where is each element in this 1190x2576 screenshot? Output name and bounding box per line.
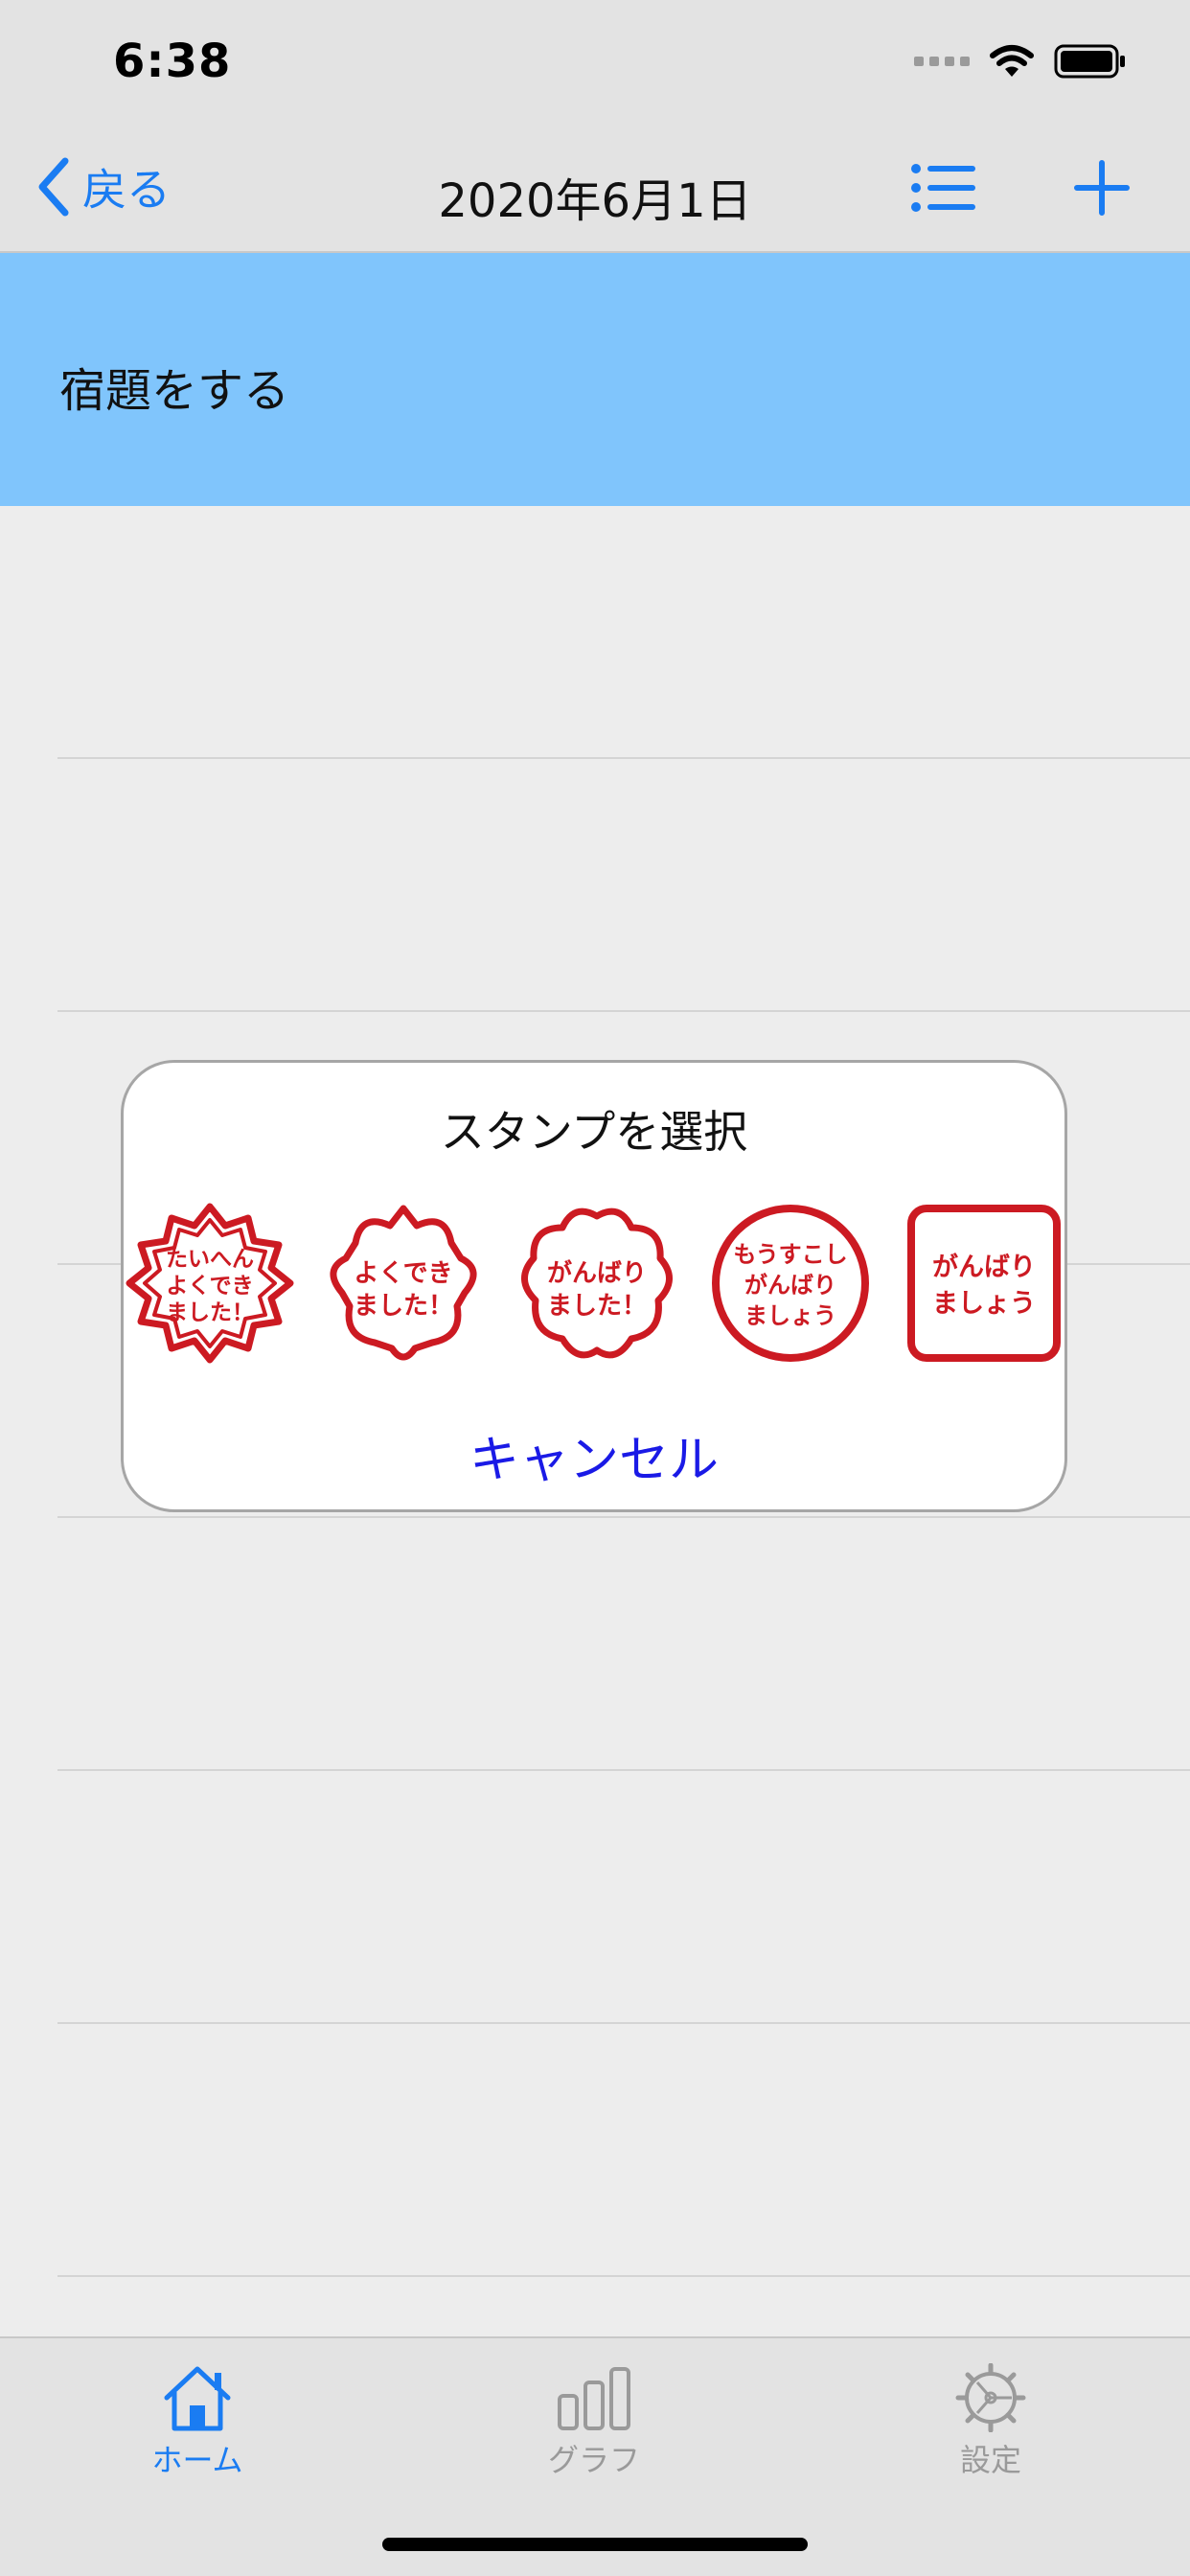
tab-home[interactable]: ホーム bbox=[102, 2363, 293, 2480]
status-bar: 6:38 bbox=[0, 0, 1190, 126]
stamp-text: ました！ bbox=[547, 1292, 647, 1321]
dialog-title: スタンプを選択 bbox=[440, 1106, 748, 1158]
row-separator bbox=[57, 1516, 1190, 1518]
task-label: 宿題をする bbox=[59, 364, 290, 418]
home-icon bbox=[164, 2366, 231, 2431]
stamp-text: ましょう bbox=[932, 1289, 1036, 1319]
battery-icon bbox=[1054, 44, 1125, 79]
add-button[interactable] bbox=[1071, 157, 1133, 222]
row-separator bbox=[57, 2022, 1190, 2024]
home-indicator bbox=[382, 2538, 808, 2551]
status-time: 6:38 bbox=[113, 34, 232, 88]
stamp-text: ました！ bbox=[166, 1300, 254, 1325]
stamp-dialog: スタンプを選択 たいへん よくでき ました！ よくでき ました！ がんばり まし… bbox=[121, 1060, 1067, 1512]
stamp-text: ました！ bbox=[354, 1292, 453, 1321]
wifi-icon bbox=[990, 45, 1034, 77]
tab-graph[interactable]: グラフ bbox=[498, 2363, 690, 2480]
navigation-bar: 戻る 2020年6月1日 bbox=[0, 126, 1190, 253]
stamp-text: ましょう bbox=[744, 1302, 836, 1329]
stamp-text: もうすこし bbox=[733, 1241, 847, 1268]
cancel-button[interactable]: キャンセル bbox=[124, 1419, 1064, 1491]
page-title: 2020年6月1日 bbox=[438, 174, 752, 228]
stamp-text: がんばり bbox=[932, 1252, 1036, 1282]
stamp-worked-hard[interactable]: がんばり ました！ bbox=[513, 1199, 681, 1368]
cellular-signal-icon bbox=[914, 57, 970, 66]
row-separator bbox=[57, 2275, 1190, 2277]
tab-settings-label: 設定 bbox=[959, 2442, 1021, 2478]
tab-graph-label: グラフ bbox=[547, 2442, 640, 2478]
stamp-do-your-best[interactable]: がんばり ましょう bbox=[900, 1199, 1068, 1368]
stamp-text: がんばり bbox=[744, 1272, 836, 1299]
stamp-well-done[interactable]: よくでき ました！ bbox=[319, 1199, 488, 1368]
row-separator bbox=[57, 1769, 1190, 1771]
list-button[interactable] bbox=[910, 159, 977, 220]
row-separator bbox=[57, 757, 1190, 759]
gear-icon bbox=[955, 2362, 1026, 2433]
stamp-try-harder[interactable]: もうすこし がんばり ましょう bbox=[706, 1199, 875, 1368]
task-row[interactable]: 宿題をする bbox=[0, 253, 1190, 506]
list-icon bbox=[911, 164, 975, 212]
row-separator bbox=[57, 1010, 1190, 1012]
stamp-text: よくでき bbox=[354, 1259, 452, 1288]
status-icons bbox=[914, 44, 1127, 79]
plus-icon bbox=[1074, 160, 1130, 216]
stamp-text: がんばり bbox=[547, 1258, 647, 1288]
tab-home-label: ホーム bbox=[151, 2442, 243, 2478]
stamp-text: よくでき bbox=[166, 1274, 253, 1299]
tab-settings[interactable]: 設定 bbox=[895, 2362, 1087, 2480]
stamp-text: たいへん bbox=[166, 1247, 254, 1272]
stamp-excellent[interactable]: たいへん よくでき ました！ bbox=[126, 1199, 294, 1368]
graph-icon bbox=[558, 2367, 630, 2430]
